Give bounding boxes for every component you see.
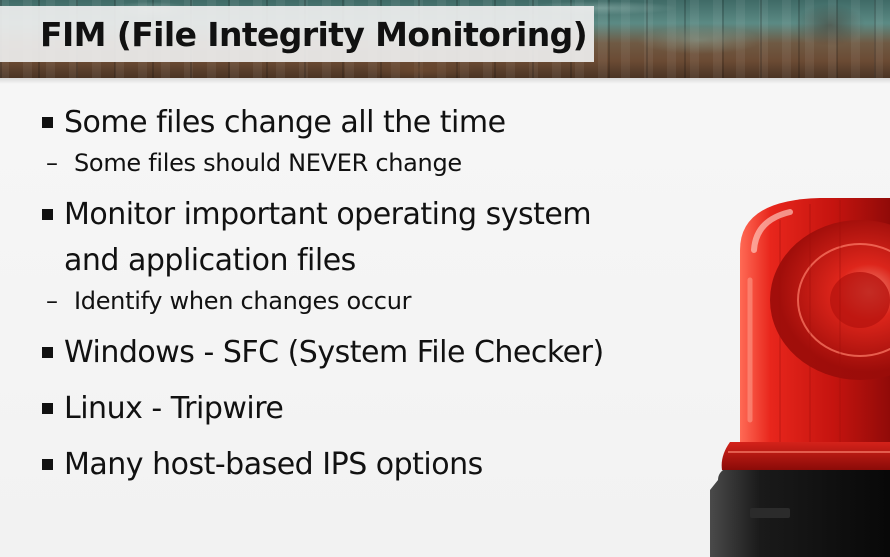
header-banner: FIM (File Integrity Monitoring)	[0, 0, 890, 78]
beacon-base-slot	[750, 508, 790, 518]
bullet-item: Some files change all the time	[40, 100, 680, 146]
slide: FIM (File Integrity Monitoring) Some fil…	[0, 0, 890, 557]
bullet-text: Some files change all the time	[64, 105, 506, 140]
square-bullet-icon	[42, 459, 53, 470]
square-bullet-icon	[42, 117, 53, 128]
title-box: FIM (File Integrity Monitoring)	[0, 6, 594, 62]
bullet-text-line1: Monitor important operating system	[64, 197, 592, 232]
dash-bullet: –	[46, 149, 58, 177]
bullet-item: Linux - Tripwire	[40, 386, 680, 432]
bullet-item: Many host-based IPS options	[40, 442, 680, 488]
square-bullet-icon	[42, 347, 53, 358]
dash-bullet: –	[46, 287, 58, 315]
sub-bullet-item: – Identify when changes occur	[46, 284, 680, 318]
alarm-beacon-icon	[710, 198, 890, 557]
beacon-ridge	[721, 442, 890, 470]
square-bullet-icon	[42, 209, 53, 220]
sub-bullet-text: Some files should NEVER change	[74, 149, 462, 177]
beacon-base	[710, 462, 890, 557]
bullet-list: Some files change all the time – Some fi…	[40, 100, 680, 488]
sub-bullet-item: – Some files should NEVER change	[46, 146, 680, 180]
bullet-item: Windows - SFC (System File Checker)	[40, 330, 680, 376]
bullet-text: Linux - Tripwire	[64, 391, 284, 426]
square-bullet-icon	[42, 403, 53, 414]
header-shadow	[0, 78, 890, 84]
sub-bullet-text: Identify when changes occur	[74, 287, 412, 315]
slide-title: FIM (File Integrity Monitoring)	[40, 14, 588, 54]
bullet-text: Windows - SFC (System File Checker)	[64, 335, 604, 370]
bullet-item: Monitor important operating system and a…	[40, 192, 680, 284]
bullet-text: Many host-based IPS options	[64, 447, 483, 482]
bullet-text-line2: and application files	[64, 243, 356, 278]
